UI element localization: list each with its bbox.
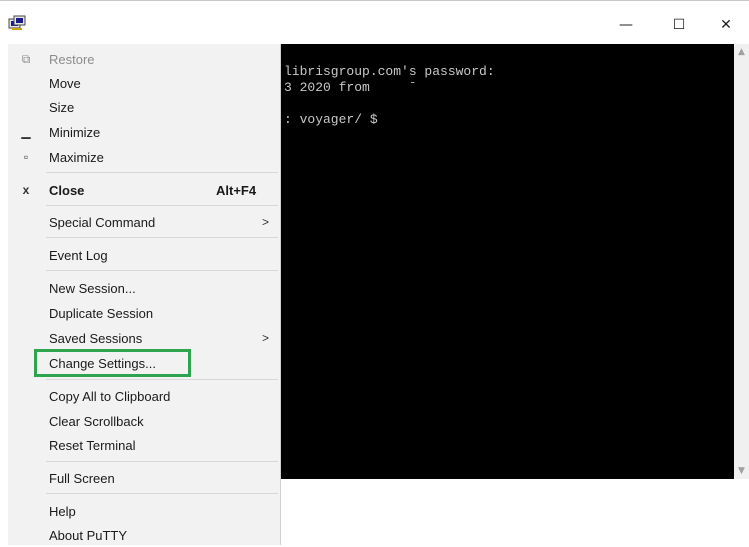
menu-separator: [46, 237, 278, 238]
menu-item-label: About PuTTY: [49, 527, 128, 543]
menu-item-new-session[interactable]: New Session...: [8, 276, 280, 300]
change-settings-highlight: [34, 349, 191, 377]
menu-item-special-command[interactable]: Special Command >: [8, 210, 280, 234]
menu-item-label: Move: [49, 75, 81, 91]
menu-item-label: Maximize: [49, 149, 104, 165]
putty-icon[interactable]: [8, 15, 26, 31]
restore-icon: ⧉: [21, 51, 31, 66]
title-bar: — ☐ ✕: [0, 0, 749, 41]
menu-item-close[interactable]: x Close Alt+F4: [8, 178, 280, 202]
chevron-right-icon: >: [262, 215, 270, 229]
menu-separator: [46, 379, 278, 380]
menu-item-label: Duplicate Session: [49, 305, 154, 321]
menu-item-label: Help: [49, 503, 76, 519]
terminal-line: : voyager/ $: [284, 112, 378, 127]
terminal-line: librisgroup.com's password:: [284, 64, 495, 79]
minimize-icon: —: [619, 17, 633, 33]
menu-item-about[interactable]: About PuTTY: [8, 523, 280, 547]
menu-item-help[interactable]: Help: [8, 499, 280, 523]
close-window-button[interactable]: ✕: [703, 9, 749, 41]
menu-item-label: Copy All to Clipboard: [49, 388, 171, 404]
system-menu: ⧉ Restore Move Size ▁ Minimize ▫ Maximiz…: [8, 44, 281, 545]
menu-item-label: Minimize: [49, 124, 101, 140]
menu-item-label: New Session...: [49, 280, 136, 296]
menu-item-duplicate-session[interactable]: Duplicate Session: [8, 301, 280, 325]
scroll-up-icon[interactable]: ▲: [734, 44, 749, 60]
menu-item-full-screen[interactable]: Full Screen: [8, 466, 280, 490]
menu-item-event-log[interactable]: Event Log: [8, 243, 280, 267]
menu-item-label: Reset Terminal: [49, 437, 136, 453]
close-icon: x: [22, 183, 30, 197]
menu-item-label: Clear Scrollback: [49, 413, 144, 429]
menu-item-move[interactable]: Move: [8, 71, 280, 95]
menu-item-copy-all[interactable]: Copy All to Clipboard: [8, 384, 280, 408]
menu-separator: [46, 461, 278, 462]
terminal-area[interactable]: librisgroup.com's password: 3 2020 from …: [272, 44, 734, 479]
menu-separator: [46, 205, 278, 206]
menu-item-label: Event Log: [49, 247, 108, 263]
menu-item-label: Full Screen: [49, 470, 115, 486]
menu-item-label: Saved Sessions: [49, 330, 143, 346]
menu-item-size[interactable]: Size: [8, 95, 280, 119]
menu-item-reset-terminal[interactable]: Reset Terminal: [8, 433, 280, 457]
minimize-icon: ▁: [21, 125, 31, 139]
close-icon: ✕: [720, 17, 732, 33]
menu-item-maximize[interactable]: ▫ Maximize: [8, 145, 280, 169]
chevron-right-icon: >: [262, 331, 270, 345]
menu-item-restore[interactable]: ⧉ Restore: [8, 47, 280, 71]
menu-item-label: Special Command: [49, 214, 156, 230]
menu-item-label: Restore: [49, 51, 95, 67]
maximize-icon: ▫: [23, 150, 29, 164]
maximize-button[interactable]: ☐: [656, 9, 702, 41]
menu-item-clear-scrollback[interactable]: Clear Scrollback: [8, 409, 280, 433]
menu-separator: [46, 493, 278, 494]
terminal-scrollbar[interactable]: ▲ ▼: [734, 44, 749, 479]
menu-separator: [46, 270, 278, 271]
scroll-down-icon[interactable]: ▼: [734, 463, 749, 479]
menu-item-saved-sessions[interactable]: Saved Sessions >: [8, 326, 280, 350]
menu-item-label: Size: [49, 99, 75, 115]
below-window-area: [272, 479, 749, 545]
terminal-line: 3 2020 from ˉ: [284, 80, 417, 95]
menu-separator: [46, 172, 278, 173]
minimize-button[interactable]: —: [603, 9, 649, 41]
menu-item-label: Close: [49, 182, 85, 198]
window-left-border: [0, 40, 8, 480]
close-shortcut: Alt+F4: [216, 182, 257, 198]
maximize-icon: ☐: [672, 17, 686, 33]
menu-item-minimize[interactable]: ▁ Minimize: [8, 120, 280, 144]
